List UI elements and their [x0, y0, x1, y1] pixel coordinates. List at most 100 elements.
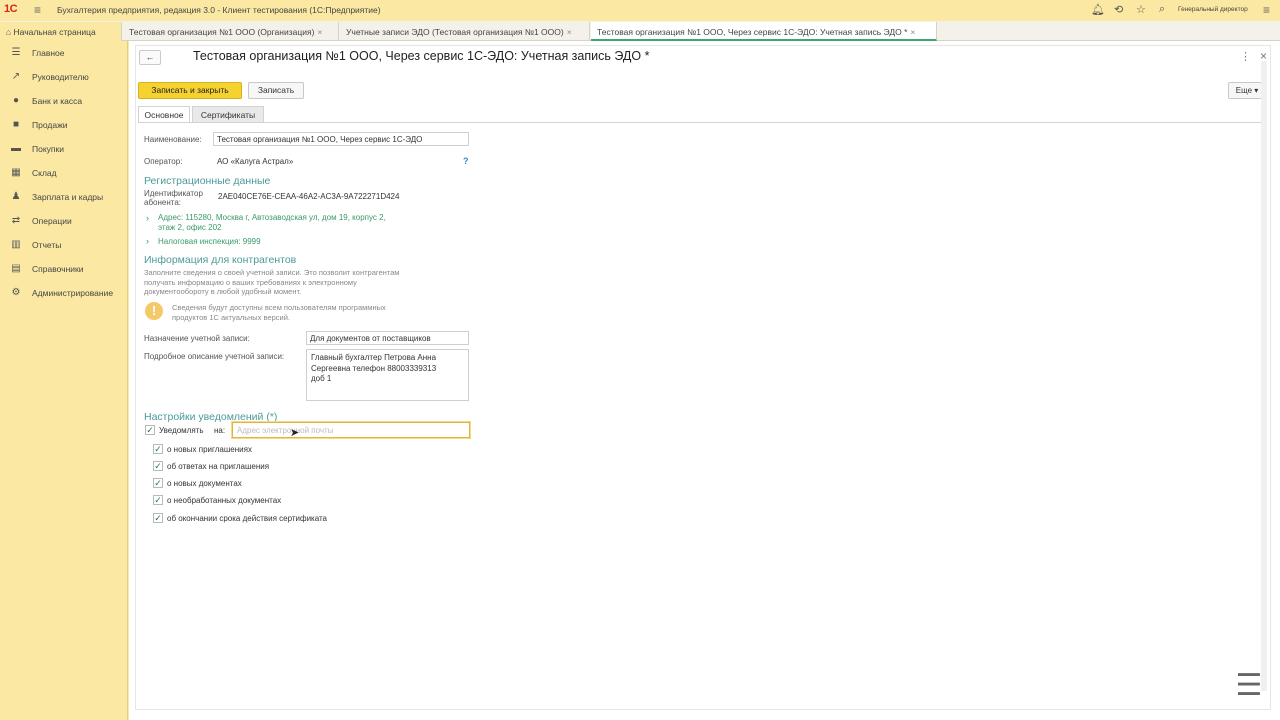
- checkbox-certificate-expiry[interactable]: ✓: [153, 513, 163, 523]
- sidebar-item-bank[interactable]: ● Банк и касса: [0, 91, 128, 111]
- description-line: Главный бухгалтер Петрова Анна: [311, 353, 437, 362]
- chart-line-icon: ↗: [11, 71, 21, 82]
- sidebar-item-label: Администрирование: [32, 288, 114, 298]
- tab-organization[interactable]: Тестовая организация №1 ООО (Организация…: [123, 22, 339, 41]
- page-title: Тестовая организация №1 ООО, Через серви…: [193, 49, 650, 63]
- app-logo: 1С: [4, 3, 18, 15]
- back-button[interactable]: ←: [139, 50, 161, 65]
- tab-label: Начальная страница: [13, 27, 96, 37]
- subscriber-id-label: Идентификатор абонента:: [144, 189, 203, 207]
- save-button[interactable]: Записать: [248, 82, 304, 99]
- tab-main[interactable]: Основное: [138, 106, 190, 122]
- sidebar-item-sales[interactable]: ■ Продажи: [0, 115, 128, 135]
- description-line: Сергеевна телефон 88003339313: [311, 363, 437, 373]
- more-vert-icon[interactable]: ⋮: [1240, 50, 1251, 63]
- name-field[interactable]: Тестовая организация №1 ООО, Через серви…: [213, 132, 469, 146]
- sidebar-item-directories[interactable]: ▤ Справочники: [0, 259, 128, 279]
- sections-sidebar: ☰ Главное ↗ Руководителю ● Банк и касса ■ Пр…: [0, 41, 128, 720]
- sidebar-item-label: Руководителю: [32, 72, 89, 82]
- sidebar-item-label: Зарплата и кадры: [32, 192, 104, 202]
- save-and-close-button[interactable]: Записать и закрыть: [138, 82, 242, 99]
- notify-checkbox[interactable]: ✓: [145, 425, 155, 435]
- address-line: Адрес: 115280, Москва г, Автозаводская у…: [158, 213, 386, 222]
- notify-to-label: на:: [214, 426, 226, 435]
- hint-line: документообороту в любой удобный момент.: [144, 287, 302, 296]
- home-icon: ⌂: [6, 27, 12, 37]
- sidebar-item-label: Главное: [32, 48, 65, 58]
- tab-edo-accounts[interactable]: Учетные записи ЭДО (Тестовая организация…: [340, 22, 590, 41]
- tab-label: Тестовая организация №1 ООО, Через серви…: [597, 27, 908, 37]
- name-label: Наименование:: [144, 135, 202, 144]
- mouse-cursor-icon: ➤: [290, 427, 300, 439]
- notify-label: Уведомлять: [159, 426, 204, 435]
- sidebar-item-admin[interactable]: ⚙ Администрирование: [0, 283, 128, 303]
- history-icon[interactable]: ⟲: [1114, 3, 1123, 16]
- operations-icon: ⇄: [11, 215, 21, 226]
- close-icon[interactable]: ×: [567, 27, 572, 37]
- sidebar-item-manager[interactable]: ↗ Руководителю: [0, 67, 128, 87]
- checkbox-new-documents[interactable]: ✓: [153, 478, 163, 488]
- scroll-to-top-icon[interactable]: ☰: [1230, 666, 1268, 712]
- checkbox-new-invitations[interactable]: ✓: [153, 444, 163, 454]
- warehouse-icon: ▦: [11, 167, 21, 178]
- description-label: Подробное описание учетной записи:: [144, 352, 285, 361]
- contractors-section-title: Информация для контрагентов: [144, 254, 297, 266]
- sidebar-item-reports[interactable]: ▥ Отчеты: [0, 235, 128, 255]
- check-label: о новых приглашениях: [167, 445, 252, 454]
- tab-label: Тестовая организация №1 ООО (Организация…: [129, 27, 315, 37]
- help-icon[interactable]: ?: [463, 156, 469, 166]
- sidebar-item-label: Покупки: [32, 144, 64, 154]
- check-label: об ответах на приглашения: [167, 462, 270, 471]
- tab-label: Учетные записи ЭДО (Тестовая организация…: [346, 27, 564, 37]
- sidebar-item-operations[interactable]: ⇄ Операции: [0, 211, 128, 231]
- open-windows-tabs: ⌂ Начальная страница Тестовая организаци…: [0, 21, 1280, 41]
- tax-office-link[interactable]: Налоговая инспекция: 9999: [158, 237, 261, 247]
- coins-icon: ●: [12, 95, 20, 106]
- operator-value: АО «Калуга Астрал»: [217, 157, 294, 166]
- gear-icon: ⚙: [11, 287, 21, 298]
- checkbox-unprocessed-documents[interactable]: ✓: [153, 495, 163, 505]
- sidebar-item-salary[interactable]: ♟ Зарплата и кадры: [0, 187, 128, 207]
- search-icon[interactable]: ⌕: [1159, 3, 1165, 16]
- sidebar-item-main[interactable]: ☰ Главное: [0, 43, 128, 63]
- system-menu-icon[interactable]: ≡: [1263, 3, 1270, 17]
- sidebar-item-label: Склад: [32, 168, 57, 178]
- contractors-hint: Заполните сведения о своей учетной запис…: [144, 268, 464, 297]
- star-icon[interactable]: ☆: [1136, 3, 1146, 16]
- subscriber-id-label-line: абонента:: [144, 198, 182, 207]
- bell-icon[interactable]: 🔔︎: [1091, 3, 1105, 16]
- chevron-right-icon[interactable]: ›: [146, 236, 149, 246]
- purpose-label: Назначение учетной записи:: [144, 334, 250, 343]
- note-line: продуктов 1С актуальных версий.: [172, 312, 290, 322]
- sidebar-item-label: Банк и касса: [32, 96, 83, 106]
- main-menu-icon[interactable]: ≡: [34, 3, 41, 17]
- operator-label: Оператор:: [144, 157, 183, 166]
- chevron-right-icon[interactable]: ›: [146, 213, 149, 223]
- tab-home[interactable]: ⌂ Начальная страница: [0, 22, 122, 41]
- subscriber-id-value: 2AE040CE76E-CEAA-46A2-AC3A-9A722271D424: [218, 192, 400, 201]
- purpose-field[interactable]: Для документов от поставщиков: [306, 331, 469, 345]
- bar-chart-icon: ▥: [11, 239, 21, 250]
- sidebar-item-purchases[interactable]: ▬ Покупки: [0, 139, 128, 159]
- app-header: 1С ≡ Бухгалтерия предприятия, редакция 3…: [0, 0, 1280, 21]
- close-icon[interactable]: ×: [910, 27, 915, 37]
- note-line: Сведения будут доступны всем пользовател…: [172, 303, 386, 312]
- edo-account-form: ← Тестовая организация №1 ООО, Через сер…: [135, 45, 1271, 710]
- description-field[interactable]: Главный бухгалтер Петрова Анна Сергеевна…: [306, 349, 469, 401]
- tab-certificates[interactable]: Сертификаты: [192, 106, 264, 122]
- list-icon: ☰: [11, 47, 21, 58]
- registration-section-title: Регистрационные данные: [144, 175, 271, 187]
- subscriber-id-label-line: Идентификатор: [144, 189, 203, 198]
- close-icon[interactable]: ×: [317, 27, 322, 37]
- app-title: Бухгалтерия предприятия, редакция 3.0 - …: [57, 5, 381, 15]
- sidebar-item-warehouse[interactable]: ▦ Склад: [0, 163, 128, 183]
- current-user[interactable]: Генеральный директор: [1178, 6, 1248, 13]
- person-icon: ♟: [11, 191, 21, 202]
- main-area: ← Тестовая организация №1 ООО, Через сер…: [129, 41, 1280, 720]
- check-label: об окончании срока действия сертификата: [167, 514, 328, 523]
- checkbox-invitation-answers[interactable]: ✓: [153, 461, 163, 471]
- address-link[interactable]: Адрес: 115280, Москва г, Автозаводская у…: [158, 213, 418, 233]
- tab-edo-account-active[interactable]: Тестовая организация №1 ООО, Через серви…: [591, 22, 937, 41]
- email-field[interactable]: Адрес электронной почты: [232, 422, 470, 438]
- vertical-scrollbar[interactable]: [1261, 61, 1267, 691]
